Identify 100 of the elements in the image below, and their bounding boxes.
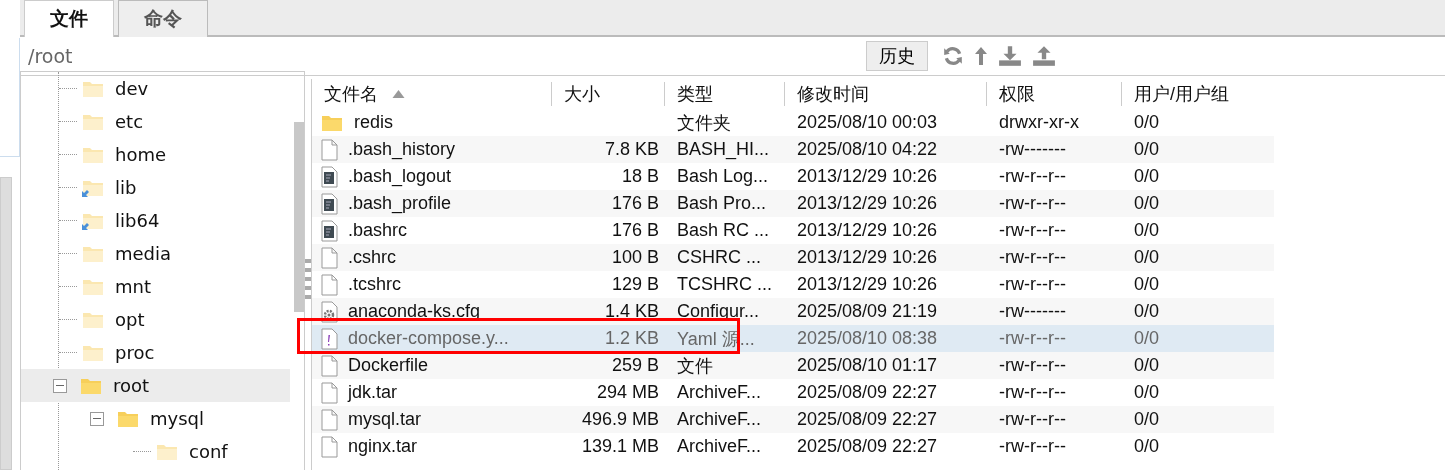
- file-modified: 2025/08/09 22:27: [797, 436, 938, 457]
- file-modified: 2013/12/29 10:26: [797, 220, 938, 241]
- file-size: 1.4 KB: [604, 301, 659, 322]
- file-name: jdk.tar: [348, 382, 398, 403]
- file-name: .bash_profile: [348, 193, 452, 214]
- file-icon: [320, 435, 338, 458]
- download-icon[interactable]: [998, 45, 1022, 67]
- file-row[interactable]: .bash_history 7.8 KB BASH_HI... 2025/08/10 04:22 -rw------- 0/0: [312, 136, 1274, 163]
- file-owner: 0/0: [1134, 355, 1160, 376]
- collapse-toggle[interactable]: [53, 378, 67, 393]
- file-type: ArchiveF...: [677, 382, 762, 403]
- file-modified: 2013/12/29 10:26: [797, 274, 938, 295]
- side-scrollbar[interactable]: [0, 177, 12, 470]
- file-row[interactable]: .bashrc 176 B Bash RC ... 2013/12/29 10:26 -rw-r--r-- 0/0: [312, 217, 1274, 244]
- file-modified: 2025/08/09 22:27: [797, 382, 938, 403]
- file-modified: 2025/08/10 08:38: [797, 328, 938, 349]
- folder-name[interactable]: dev: [115, 78, 149, 99]
- file-modified: 2025/08/10 01:17: [797, 355, 938, 376]
- file-owner: 0/0: [1134, 409, 1160, 430]
- file-size: 18 B: [621, 166, 659, 187]
- file-row[interactable]: .bash_profile 176 B Bash Pro... 2013/12/29 10:26 -rw-r--r-- 0/0: [312, 190, 1274, 217]
- file-modified: 2025/08/10 00:03: [797, 112, 938, 133]
- file-owner: 0/0: [1134, 112, 1160, 133]
- folder-name[interactable]: etc: [115, 111, 144, 132]
- collapse-toggle[interactable]: [90, 411, 104, 426]
- column-header[interactable]: 文件名: [312, 82, 552, 106]
- file-permissions: -rw-r--r--: [999, 409, 1066, 430]
- file-permissions: -rw-r--r--: [999, 193, 1066, 214]
- file-row[interactable]: mysql.tar 496.9 MB ArchiveF... 2025/08/09 22:27 -rw-r--r-- 0/0: [312, 406, 1274, 433]
- folder-name[interactable]: root: [113, 375, 150, 396]
- file-type: Bash Log...: [677, 166, 769, 187]
- file-permissions: -rw-r--r--: [999, 274, 1066, 295]
- file-permissions: -rw-r--r--: [999, 436, 1066, 457]
- folder-name[interactable]: proc: [115, 342, 155, 363]
- column-header[interactable]: 修改时间: [785, 82, 987, 106]
- file-icon: [320, 246, 338, 269]
- file-icon: [320, 354, 338, 377]
- script-file-icon: [320, 192, 338, 215]
- file-icon: [320, 408, 338, 431]
- file-type: ArchiveF...: [677, 436, 762, 457]
- tab[interactable]: 命令: [118, 0, 208, 37]
- column-header[interactable]: 权限: [987, 82, 1122, 106]
- file-type: 文件: [677, 354, 713, 378]
- file-row[interactable]: redis 文件夹 2025/08/10 00:03 drwxr-xr-x 0/0: [312, 109, 1274, 136]
- file-row[interactable]: Dockerfile 259 B 文件 2025/08/10 01:17 -rw-r--r-- 0/0: [312, 352, 1274, 379]
- file-owner: 0/0: [1134, 274, 1160, 295]
- file-permissions: -rw-r--r--: [999, 355, 1066, 376]
- file-permissions: -rw-r--r--: [999, 382, 1066, 403]
- folder-name[interactable]: lib64: [115, 210, 160, 231]
- file-type: Configur...: [677, 301, 760, 322]
- file-permissions: -rw-r--r--: [999, 166, 1066, 187]
- folder-name[interactable]: mysql: [150, 408, 204, 429]
- file-size: 176 B: [611, 193, 659, 214]
- script-file-icon: [320, 219, 338, 242]
- file-owner: 0/0: [1134, 382, 1160, 403]
- file-size: 139.1 MB: [581, 436, 659, 457]
- file-type: 文件夹: [677, 111, 731, 135]
- folder-name[interactable]: lib: [115, 177, 137, 198]
- refresh-icon[interactable]: [942, 45, 964, 67]
- file-name: .tcshrc: [348, 274, 401, 295]
- file-size: 1.2 KB: [604, 328, 659, 349]
- column-header[interactable]: 用户/用户组: [1122, 82, 1274, 106]
- file-row[interactable]: .bash_logout 18 B Bash Log... 2013/12/29 10:26 -rw-r--r-- 0/0: [312, 163, 1274, 190]
- tree-row[interactable]: root: [21, 369, 290, 402]
- file-modified: 2025/08/10 04:22: [797, 139, 938, 160]
- folder-name[interactable]: mnt: [115, 276, 151, 297]
- script-file-icon: [320, 165, 338, 188]
- file-name: .cshrc: [348, 247, 396, 268]
- file-owner: 0/0: [1134, 220, 1160, 241]
- up-arrow-icon[interactable]: [974, 45, 988, 67]
- file-permissions: -rw-r--r--: [999, 220, 1066, 241]
- folder-name[interactable]: media: [115, 243, 172, 264]
- file-name: mysql.tar: [348, 409, 421, 430]
- file-size: 7.8 KB: [604, 139, 659, 160]
- file-row[interactable]: anaconda-ks.cfg 1.4 KB Configur... 2025/08/09 21:19 -rw------- 0/0: [312, 298, 1274, 325]
- file-type: Bash Pro...: [677, 193, 767, 214]
- file-row[interactable]: .tcshrc 129 B TCSHRC ... 2013/12/29 10:26 -rw-r--r-- 0/0: [312, 271, 1274, 298]
- folder-name[interactable]: opt: [115, 309, 145, 330]
- file-row[interactable]: nginx.tar 139.1 MB ArchiveF... 2025/08/09 22:27 -rw-r--r-- 0/0: [312, 433, 1274, 460]
- scrollbar-thumb[interactable]: [294, 122, 304, 312]
- exclamation-file-icon: [320, 327, 338, 350]
- file-size: 176 B: [611, 220, 659, 241]
- file-row[interactable]: jdk.tar 294 MB ArchiveF... 2025/08/09 22:27 -rw-r--r-- 0/0: [312, 379, 1274, 406]
- file-permissions: -rw-------: [999, 301, 1066, 322]
- file-modified: 2013/12/29 10:26: [797, 166, 938, 187]
- upload-icon[interactable]: [1032, 45, 1056, 67]
- column-header[interactable]: 大小: [552, 82, 665, 106]
- folder-name[interactable]: conf: [189, 441, 228, 462]
- column-header[interactable]: 类型: [665, 82, 785, 106]
- file-size: 259 B: [611, 355, 659, 376]
- history-button[interactable]: 历史: [866, 41, 928, 71]
- file-name: Dockerfile: [348, 355, 429, 376]
- folder-name[interactable]: home: [115, 144, 167, 165]
- file-name: .bash_logout: [348, 166, 452, 187]
- tab[interactable]: 文件: [24, 0, 114, 37]
- file-icon: [320, 273, 338, 296]
- file-owner: 0/0: [1134, 301, 1160, 322]
- file-permissions: -rw-------: [999, 139, 1066, 160]
- file-row[interactable]: .cshrc 100 B CSHRC ... 2013/12/29 10:26 -rw-r--r-- 0/0: [312, 244, 1274, 271]
- path-field[interactable]: /root: [20, 39, 856, 73]
